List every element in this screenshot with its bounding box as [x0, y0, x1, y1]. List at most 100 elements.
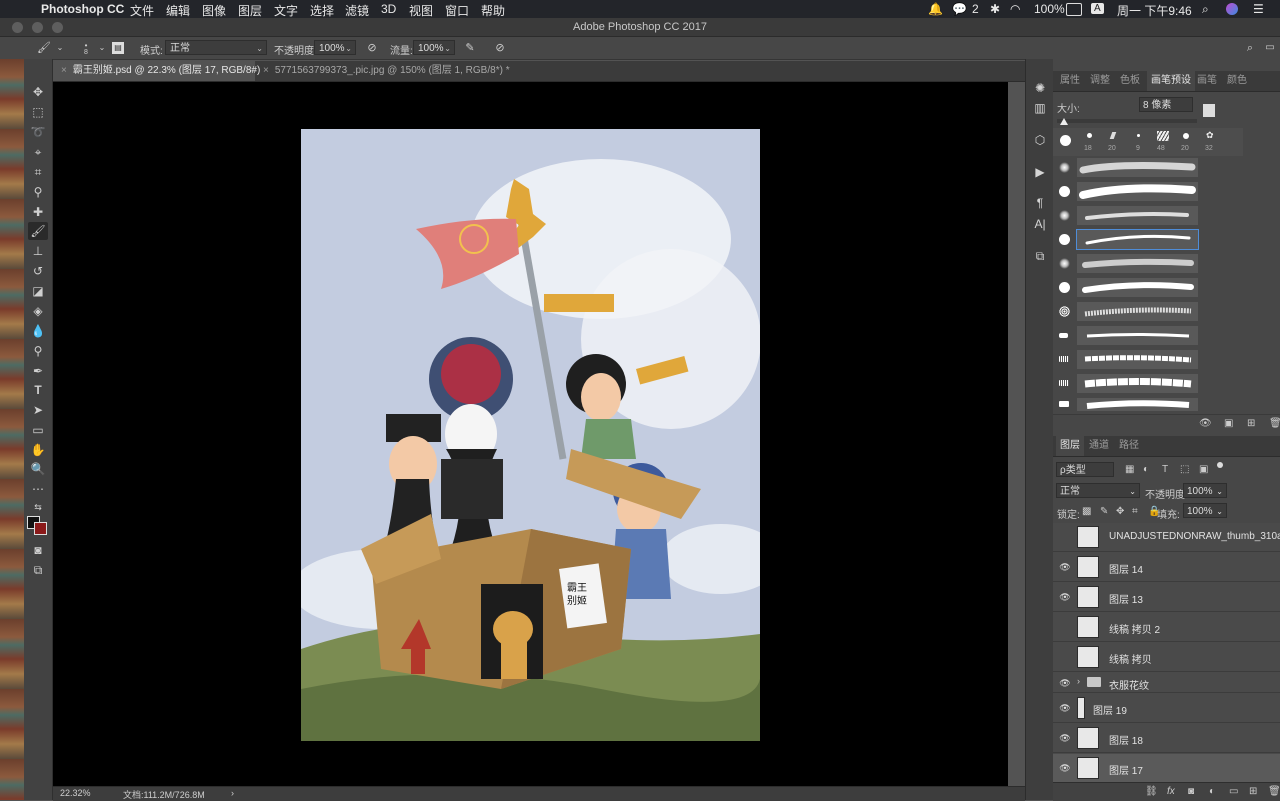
- menu-window[interactable]: 窗口: [445, 2, 469, 19]
- brush-preset-row[interactable]: [1053, 372, 1198, 395]
- brush-tip-20[interactable]: [1109, 132, 1117, 139]
- screen-mode-icon[interactable]: ⧉: [28, 561, 48, 579]
- brush-preset-row[interactable]: [1053, 180, 1198, 203]
- new-group-icon[interactable]: ▭: [1229, 786, 1238, 797]
- brush-preset-row[interactable]: [1053, 348, 1198, 371]
- new-preset-icon[interactable]: [1203, 104, 1215, 117]
- workspace-icon[interactable]: ▭: [1262, 40, 1278, 56]
- new-layer-icon[interactable]: ⊞: [1249, 786, 1257, 797]
- healing-brush-tool-icon[interactable]: ✚: [28, 203, 48, 221]
- input-method[interactable]: A: [1091, 3, 1104, 14]
- layer-row[interactable]: 线稿 拷贝: [1053, 643, 1280, 672]
- new-adjustment-layer-icon[interactable]: ◐: [1209, 786, 1215, 797]
- clone-source-icon[interactable]: ⧉: [1031, 247, 1049, 265]
- paragraph-icon[interactable]: ¶: [1031, 194, 1049, 212]
- tab-adjustments[interactable]: 调整: [1090, 71, 1110, 91]
- brush-preset-row[interactable]: [1053, 324, 1198, 347]
- tab-color[interactable]: 颜色: [1227, 71, 1247, 91]
- brush-tip-32[interactable]: ✿: [1206, 131, 1216, 140]
- eraser-tool-icon[interactable]: ◪: [28, 282, 48, 300]
- pressure-opacity-icon[interactable]: ⊘: [364, 40, 380, 56]
- blur-tool-icon[interactable]: 💧: [28, 322, 48, 340]
- flow-field[interactable]: 100% ⌄: [413, 40, 455, 55]
- dodge-tool-icon[interactable]: ⚲: [28, 342, 48, 360]
- brush-panel-toggle-icon[interactable]: ▤: [112, 42, 124, 54]
- visibility-toggle[interactable]: [1059, 652, 1071, 662]
- brush-tip-round[interactable]: [1060, 135, 1071, 146]
- add-mask-icon[interactable]: ◙: [1188, 786, 1194, 797]
- menu-type[interactable]: 文字: [274, 2, 298, 19]
- filter-shape-icon[interactable]: ⬚: [1180, 464, 1189, 475]
- mode-select[interactable]: 正常 ⌄: [165, 40, 267, 55]
- eye-icon[interactable]: 👁: [1059, 562, 1071, 572]
- tab-brush[interactable]: 画笔: [1197, 71, 1217, 91]
- navigator-icon[interactable]: ✺: [1031, 79, 1049, 97]
- swap-colors-icon[interactable]: ⇆: [28, 498, 48, 516]
- brush-tool-preset-icon[interactable]: 🖌: [36, 40, 52, 56]
- spotlight-search-icon[interactable]: ⌕: [1202, 2, 1209, 17]
- layer-opacity-field[interactable]: 100% ⌄: [1183, 483, 1227, 498]
- 3d-cube-icon[interactable]: ⬡: [1031, 131, 1049, 149]
- brush-preset-row[interactable]: [1053, 276, 1198, 299]
- wifi-icon[interactable]: ◠: [1010, 2, 1020, 16]
- brush-picker-chevron-icon[interactable]: ⌄: [94, 40, 110, 56]
- layer-style-icon[interactable]: fx: [1167, 786, 1175, 797]
- close-tab-icon[interactable]: ×: [263, 65, 269, 76]
- menu-filter[interactable]: 滤镜: [345, 2, 369, 19]
- delete-brush-icon[interactable]: 🗑: [1269, 418, 1280, 429]
- fill-field[interactable]: 100% ⌄: [1183, 503, 1227, 518]
- lock-position-icon[interactable]: ✥: [1116, 506, 1124, 517]
- status-menu-arrow-icon[interactable]: ›: [231, 788, 234, 798]
- eye-icon[interactable]: 👁: [1059, 678, 1071, 688]
- blend-mode-select[interactable]: 正常 ⌄: [1056, 483, 1140, 498]
- zoom-tool-icon[interactable]: 🔍: [28, 460, 48, 478]
- delete-layer-icon[interactable]: 🗑: [1268, 786, 1280, 797]
- menu-image[interactable]: 图像: [202, 2, 226, 19]
- battery-icon[interactable]: [1066, 3, 1082, 16]
- eyedropper-tool-icon[interactable]: ⚲: [28, 183, 48, 201]
- lasso-tool-icon[interactable]: ➰: [28, 123, 48, 141]
- group-expand-chevron-icon[interactable]: ›: [1077, 676, 1080, 686]
- brush-tip-20b[interactable]: [1183, 133, 1189, 139]
- lock-transparent-icon[interactable]: ▩: [1082, 506, 1091, 517]
- paint-bucket-tool-icon[interactable]: ◈: [28, 302, 48, 320]
- rectangle-tool-icon[interactable]: ▭: [28, 421, 48, 439]
- brush-preset-row[interactable]: [1053, 204, 1198, 227]
- path-selection-tool-icon[interactable]: ➤: [28, 401, 48, 419]
- tab-properties[interactable]: 属性: [1060, 71, 1080, 91]
- brush-preset-row[interactable]: [1053, 156, 1198, 179]
- document-canvas[interactable]: 霸王 别姬: [301, 129, 760, 741]
- brush-preset-row[interactable]: [1053, 252, 1198, 275]
- clone-stamp-tool-icon[interactable]: ⊥: [28, 242, 48, 260]
- eye-icon[interactable]: 👁: [1059, 733, 1071, 743]
- layer-row[interactable]: 👁 图层 14: [1053, 553, 1280, 582]
- edit-toolbar-icon[interactable]: ⋯: [28, 480, 48, 498]
- eye-icon[interactable]: 👁: [1059, 703, 1071, 713]
- doc-tab-active[interactable]: × 霸王别姬.psd @ 22.3% (图层 17, RGB/8#): [53, 61, 260, 81]
- eye-icon[interactable]: 👁: [1059, 592, 1071, 602]
- eye-icon[interactable]: 👁: [1059, 763, 1071, 773]
- quick-mask-icon[interactable]: ◙: [28, 541, 48, 559]
- filter-pixel-icon[interactable]: ▦: [1125, 464, 1134, 475]
- notification-center-icon[interactable]: ☰: [1253, 2, 1264, 16]
- brush-tip-48[interactable]: [1157, 131, 1169, 141]
- close-tab-icon[interactable]: ×: [61, 65, 67, 76]
- layer-row[interactable]: 👁 图层 18: [1053, 724, 1280, 753]
- menu-layer[interactable]: 图层: [238, 2, 262, 19]
- brush-size-slider-track[interactable]: [1057, 119, 1197, 123]
- filter-type-icon[interactable]: T: [1162, 464, 1168, 475]
- new-brush-icon[interactable]: ⊞: [1247, 418, 1255, 429]
- marquee-tool-icon[interactable]: ⬚: [28, 103, 48, 121]
- history-brush-tool-icon[interactable]: ↺: [28, 262, 48, 280]
- opacity-field[interactable]: 100% ⌄: [314, 40, 356, 55]
- visibility-toggle[interactable]: [1059, 622, 1071, 632]
- layer-row-selected[interactable]: 👁 图层 17: [1053, 754, 1280, 783]
- siri-icon[interactable]: [1226, 3, 1238, 15]
- layer-row[interactable]: 👁 图层 19: [1053, 694, 1280, 723]
- clock[interactable]: 周一 下午9:46: [1117, 2, 1192, 19]
- menu-help[interactable]: 帮助: [481, 2, 505, 19]
- menu-edit[interactable]: 编辑: [166, 2, 190, 19]
- tab-layers[interactable]: 图层: [1056, 436, 1084, 456]
- tab-paths[interactable]: 路径: [1119, 436, 1139, 456]
- wechat-icon[interactable]: 💬: [952, 2, 967, 16]
